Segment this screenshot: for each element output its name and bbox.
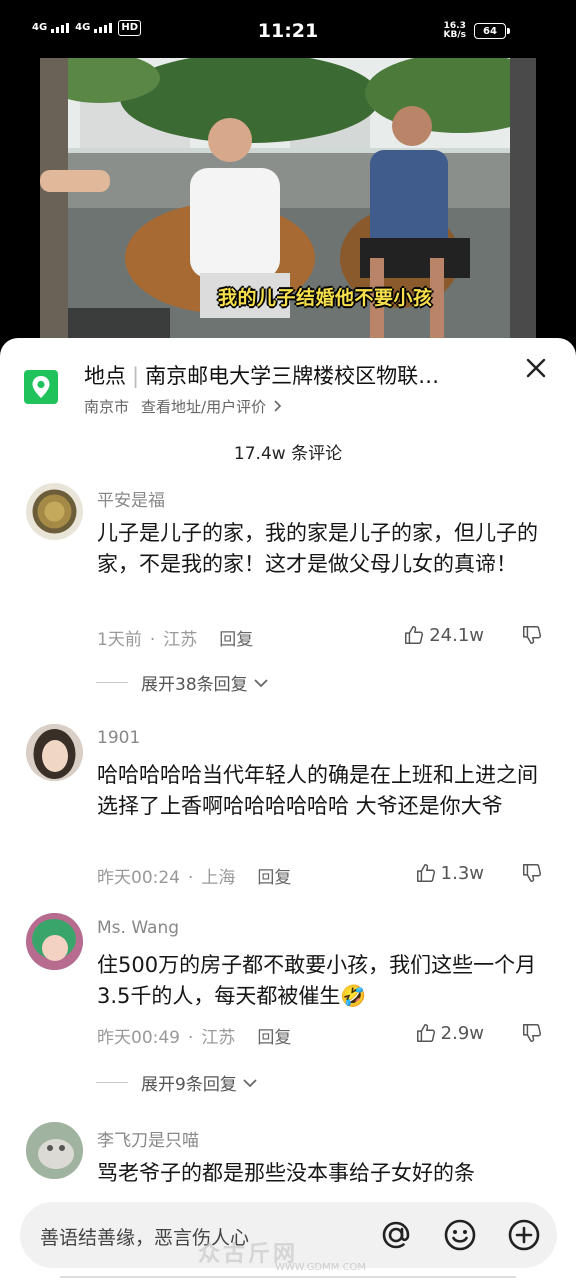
comment-text: 骂老爷子的都是那些没本事给子女好的条 — [97, 1161, 475, 1185]
location-subtitle: 南京市 查看地址/用户评价 — [84, 396, 283, 417]
thumbs-down-icon[interactable] — [521, 624, 543, 646]
comment-username[interactable]: Ms. Wang — [97, 918, 179, 938]
avatar[interactable] — [26, 1122, 83, 1179]
add-icon[interactable] — [506, 1217, 542, 1253]
comment-meta: 昨天00:49 · 江苏 回复 — [97, 1028, 292, 1048]
thumbs-down-icon[interactable] — [521, 862, 543, 884]
avatar[interactable] — [26, 913, 83, 970]
status-right: 16.3 KB/s 64 — [443, 21, 510, 40]
comment-text: 哈哈哈哈哈当代年轻人的确是在上班和上进之间选择了上香啊哈哈哈哈哈哈 大爷还是你大… — [97, 763, 538, 818]
comment-region: 江苏 — [163, 630, 198, 650]
expand-replies-label: 展开9条回复 — [141, 1075, 237, 1095]
comment-time: 昨天00:24 — [97, 868, 180, 888]
like-count: 1.3w — [440, 862, 484, 884]
like-button[interactable]: 2.9w — [415, 1022, 484, 1044]
chevron-down-icon — [254, 678, 268, 687]
like-count: 2.9w — [440, 1022, 484, 1044]
battery-icon: 64 — [474, 23, 510, 39]
comment-time: 昨天00:49 — [97, 1028, 180, 1048]
comment-item: 1901 哈哈哈哈哈当代年轻人的确是在上班和上进之间选择了上香啊哈哈哈哈哈哈 大… — [0, 724, 576, 888]
home-indicator[interactable] — [60, 1276, 516, 1278]
expand-replies-button[interactable]: 展开38条回复 — [96, 670, 270, 695]
comment-text: 住500万的房子都不敢要小孩，我们这些一个月3.5千的人，每天都被催生🤣 — [97, 950, 547, 1012]
location-link[interactable]: 查看地址/用户评价 — [141, 398, 266, 416]
separator: | — [132, 364, 140, 388]
thumbs-up-icon — [416, 1024, 435, 1042]
mention-icon[interactable] — [378, 1217, 414, 1253]
location-header[interactable]: 地点 | 南京邮电大学三牌楼校区物联… 南京市 查看地址/用户评价 — [0, 338, 576, 428]
video-frame: 我的儿子结婚他不要小孩 — [40, 58, 536, 348]
comment-region: 上海 — [201, 868, 236, 888]
close-icon[interactable] — [524, 356, 548, 380]
location-title[interactable]: 地点 | 南京邮电大学三牌楼校区物联… — [84, 360, 439, 390]
reply-button[interactable]: 回复 — [257, 1028, 291, 1048]
expand-replies-label: 展开38条回复 — [141, 675, 248, 695]
comment-text-body: 住500万的房子都不敢要小孩，我们这些一个月3.5千的人，每天都被催生 — [97, 953, 537, 1008]
comment-sheet: 地点 | 南京邮电大学三牌楼校区物联… 南京市 查看地址/用户评价 17.4w 条评论… — [0, 338, 576, 1280]
comment-item: Ms. Wang 住500万的房子都不敢要小孩，我们这些一个月3.5千的人，每天… — [0, 913, 576, 1128]
comment-meta: 昨天00:24 · 上海 回复 — [97, 868, 292, 888]
comment-count: 17.4w 条评论 — [233, 444, 343, 464]
comment-region: 江苏 — [201, 1028, 236, 1048]
thumbs-up-icon — [416, 864, 435, 882]
location-label: 地点 — [84, 364, 126, 388]
thumbs-down-icon[interactable] — [521, 1022, 543, 1044]
comment-username[interactable]: 1901 — [97, 728, 140, 748]
network-speed: 16.3 KB/s — [443, 21, 466, 40]
thumbs-up-icon — [405, 626, 424, 644]
comment-text: 儿子是儿子的家，我的家是儿子的家，但儿子的家，不是我的家！这才是做父母儿女的真谛… — [97, 521, 538, 576]
video-subtitle: 我的儿子结婚他不要小孩 — [218, 287, 433, 309]
reply-button[interactable]: 回复 — [219, 630, 253, 650]
comment-time: 1天前 — [97, 630, 142, 650]
like-button[interactable]: 1.3w — [415, 862, 484, 884]
watermark-url: WWW.GDMM.COM — [275, 1262, 367, 1273]
comment-username[interactable]: 李飞刀是只喵 — [97, 1126, 199, 1151]
like-button[interactable]: 24.1w — [403, 624, 484, 646]
location-city: 南京市 — [84, 398, 130, 416]
chevron-right-icon — [274, 400, 281, 412]
chevron-down-icon — [243, 1078, 257, 1087]
comment-item: 平安是福 儿子是儿子的家，我的家是儿子的家，但儿子的家，不是我的家！这才是做父母… — [0, 483, 576, 696]
comment-meta: 1天前 · 江苏 回复 — [97, 630, 254, 650]
status-bar: 4G 4G HD 11:21 16.3 KB/s 64 — [0, 0, 576, 62]
comment-username[interactable]: 平安是福 — [97, 486, 165, 511]
location-pin-icon — [24, 370, 58, 404]
avatar[interactable] — [26, 724, 83, 781]
emoji: 🤣 — [340, 984, 367, 1008]
emoji-icon[interactable] — [442, 1217, 478, 1253]
avatar[interactable] — [26, 483, 83, 540]
video-player[interactable]: 我的儿子结婚他不要小孩 — [0, 58, 576, 348]
reply-button[interactable]: 回复 — [257, 868, 291, 888]
like-count: 24.1w — [429, 624, 484, 646]
location-name: 南京邮电大学三牌楼校区物联… — [145, 364, 440, 388]
expand-replies-button[interactable]: 展开9条回复 — [96, 1070, 259, 1095]
